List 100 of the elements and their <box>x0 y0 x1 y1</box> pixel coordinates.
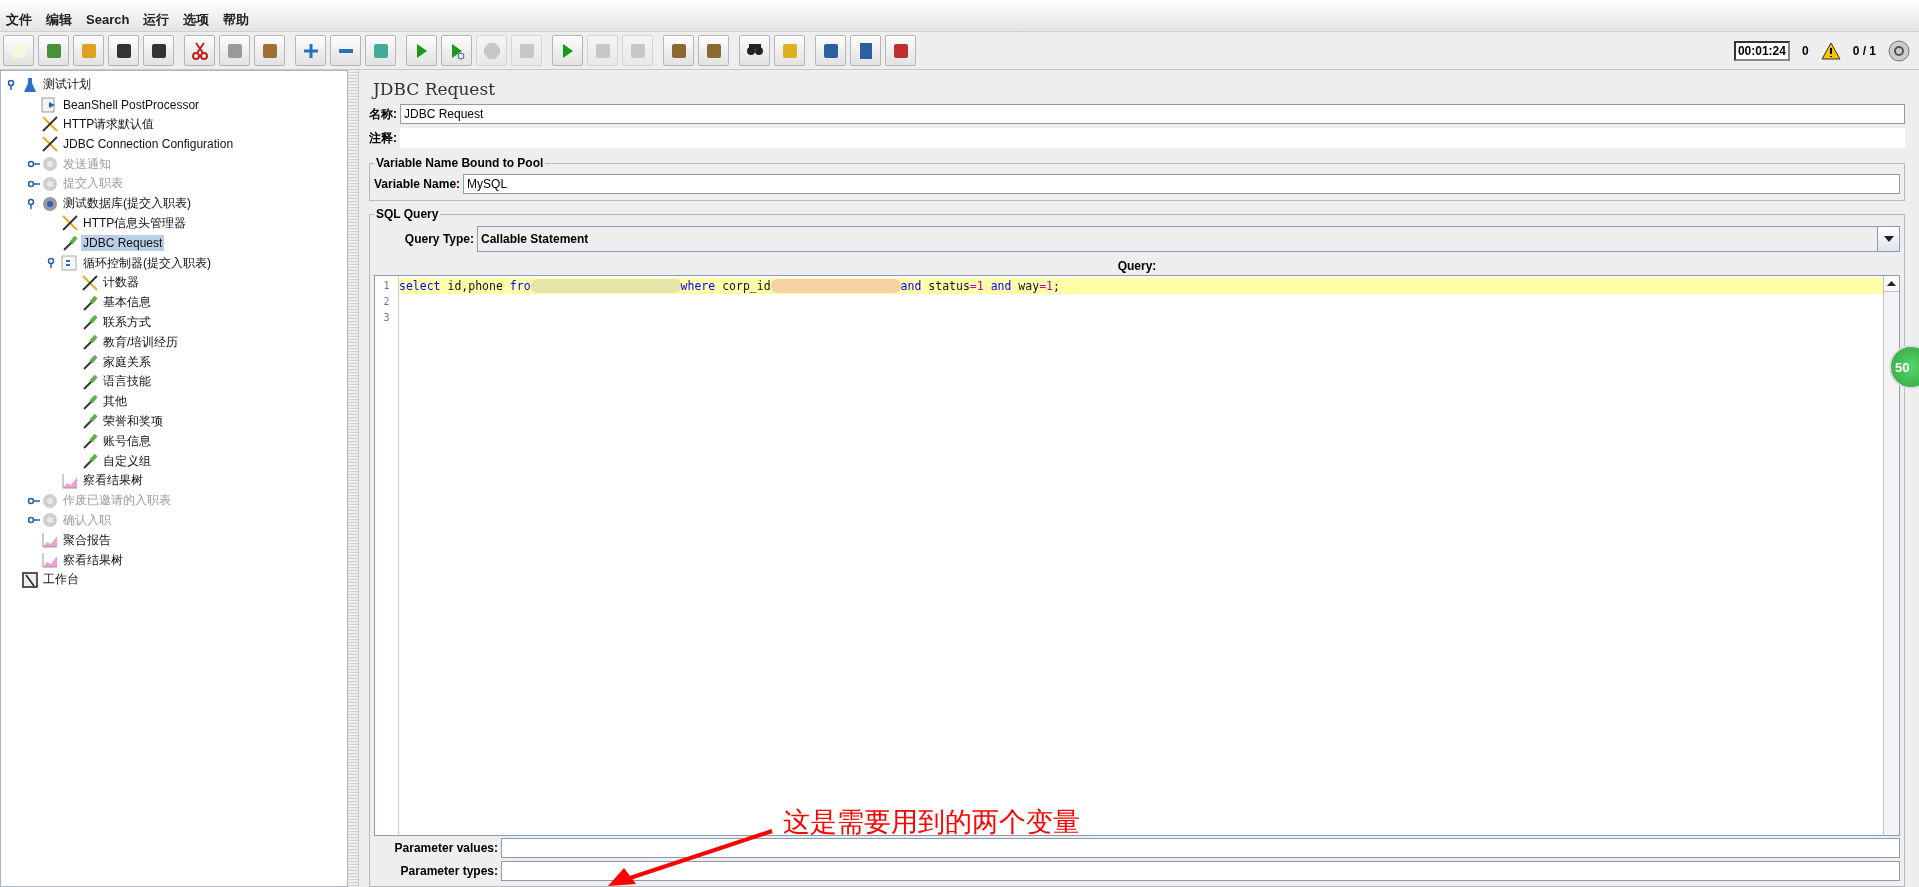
sampler-icon <box>81 452 99 471</box>
sampler-icon <box>61 234 79 253</box>
tree-item[interactable]: 语言技能 <box>101 372 153 392</box>
listener-icon <box>41 531 59 550</box>
tree-item[interactable]: 测试数据库(提交入职表) <box>61 194 193 214</box>
splitter-handle[interactable] <box>348 70 358 887</box>
comment-label: 注释: <box>369 129 397 147</box>
tree-item[interactable]: 荣誉和奖项 <box>101 411 165 431</box>
group-icon <box>41 511 59 530</box>
sampler-icon <box>81 353 99 372</box>
line-number: 3 <box>382 311 391 325</box>
tree-item[interactable]: 教育/培训经历 <box>101 332 181 352</box>
config-icon <box>81 273 99 292</box>
help-button[interactable] <box>850 35 881 66</box>
tree-item[interactable]: 计数器 <box>101 273 141 293</box>
toggle-button[interactable] <box>365 35 396 66</box>
group-icon <box>41 491 59 510</box>
group-icon <box>41 174 59 193</box>
cut-icon <box>189 40 210 61</box>
menu-item[interactable]: 文件 <box>6 10 32 29</box>
parameter-types-field[interactable] <box>501 860 1900 881</box>
listener-icon <box>61 471 79 490</box>
tree-item[interactable]: 循环控制器(提交入职表) <box>81 253 213 273</box>
sampler-icon <box>81 333 99 352</box>
tree-item[interactable]: 工作台 <box>41 570 81 590</box>
collapse-icon <box>338 48 353 53</box>
plan-icon <box>21 75 39 94</box>
tree-item[interactable]: 基本信息 <box>101 293 153 313</box>
save-button[interactable] <box>108 35 139 66</box>
tree-item[interactable]: BeanShell PostProcessor <box>61 96 202 113</box>
sampler-icon <box>81 372 99 391</box>
menu-item[interactable]: Search <box>86 12 130 27</box>
sampler-icon <box>81 432 99 451</box>
parameter-values-label: Parameter values: <box>393 840 498 855</box>
config-icon <box>41 115 59 134</box>
line-number: 2 <box>382 295 391 309</box>
remote-icon[interactable] <box>1888 39 1910 62</box>
variable-name-label: Variable Name: <box>374 177 461 191</box>
section-legend: SQL Query <box>374 207 441 221</box>
tree-item[interactable]: 其他 <box>101 392 129 412</box>
logger-button[interactable] <box>885 35 916 66</box>
tree-item[interactable]: JDBC Connection Configuration <box>61 136 236 153</box>
listener-icon <box>41 551 59 569</box>
elapsed-timer: 00:01:24 <box>1733 40 1790 61</box>
warning-icon <box>1820 41 1841 60</box>
scroll-up-icon[interactable] <box>1884 276 1899 292</box>
variable-name-field[interactable]: MySQL <box>463 174 1900 194</box>
tree-item[interactable]: 测试计划 <box>41 75 93 95</box>
start-button[interactable] <box>406 35 437 66</box>
panel-title: JDBC Request <box>370 78 496 101</box>
tree-item[interactable]: 家庭关系 <box>101 352 153 372</box>
collapse-button[interactable] <box>330 35 361 66</box>
tree-item[interactable]: 联系方式 <box>101 312 153 332</box>
query-type-dropdown[interactable]: Callable Statement <box>477 226 1900 252</box>
expand-button[interactable] <box>295 35 326 66</box>
menu-item[interactable]: 帮助 <box>223 10 250 29</box>
name-label: 名称: <box>369 105 397 123</box>
sampler-icon <box>81 293 99 312</box>
code-line: select id,phone fro where corp_id and status=1 and way=1; <box>399 279 1060 293</box>
query-type-label: Query Type: <box>403 232 474 246</box>
cut-button[interactable] <box>184 35 215 66</box>
functions-button[interactable] <box>815 35 846 66</box>
sampler-icon <box>81 412 99 431</box>
parameter-values-field[interactable] <box>501 837 1900 858</box>
annotation-text: 这是需要用到的两个变量 <box>783 805 1080 839</box>
section-legend: Variable Name Bound to Pool <box>374 156 546 170</box>
tree-item[interactable]: HTTP信息头管理器 <box>81 213 189 233</box>
loop-icon <box>61 254 79 273</box>
line-number: 1 <box>382 279 391 293</box>
templates-button[interactable] <box>38 35 69 66</box>
parameter-types-label: Parameter types: <box>399 863 498 878</box>
workbench-icon <box>21 570 39 589</box>
tree-item[interactable]: 聚合报告 <box>61 530 113 550</box>
warning-count: 0 <box>1801 43 1809 58</box>
thread-count: 0 / 1 <box>1852 43 1876 58</box>
query-label: Query: <box>1117 259 1157 273</box>
group-icon <box>41 155 59 174</box>
sampler-icon <box>81 313 99 332</box>
start-no-pause-button[interactable] <box>441 35 472 66</box>
menu-item[interactable]: 编辑 <box>46 10 72 29</box>
config-icon <box>41 135 59 154</box>
menu-item[interactable]: 选项 <box>183 10 210 29</box>
save-as-button[interactable] <box>143 35 174 66</box>
sampler-icon <box>81 392 99 411</box>
tree-item[interactable]: 自定义组 <box>101 451 153 471</box>
remote-start-button[interactable] <box>552 35 583 66</box>
copy-button[interactable] <box>219 35 250 66</box>
clear-all-button[interactable] <box>698 35 729 66</box>
tree-item[interactable]: 账号信息 <box>101 431 153 451</box>
name-field[interactable]: JDBC Request <box>400 104 1905 124</box>
menu-item[interactable]: 运行 <box>143 10 170 29</box>
clear-button[interactable] <box>663 35 694 66</box>
stop-icon <box>481 40 502 61</box>
tree-item[interactable]: HTTP请求默认值 <box>61 115 157 134</box>
search-button[interactable] <box>739 35 770 66</box>
config-icon <box>61 214 79 233</box>
paste-button[interactable] <box>254 35 285 66</box>
tree-item[interactable]: JDBC Request <box>81 235 165 252</box>
tree-item[interactable]: 察看结果树 <box>61 550 125 570</box>
tree-item[interactable]: 察看结果树 <box>81 471 145 491</box>
